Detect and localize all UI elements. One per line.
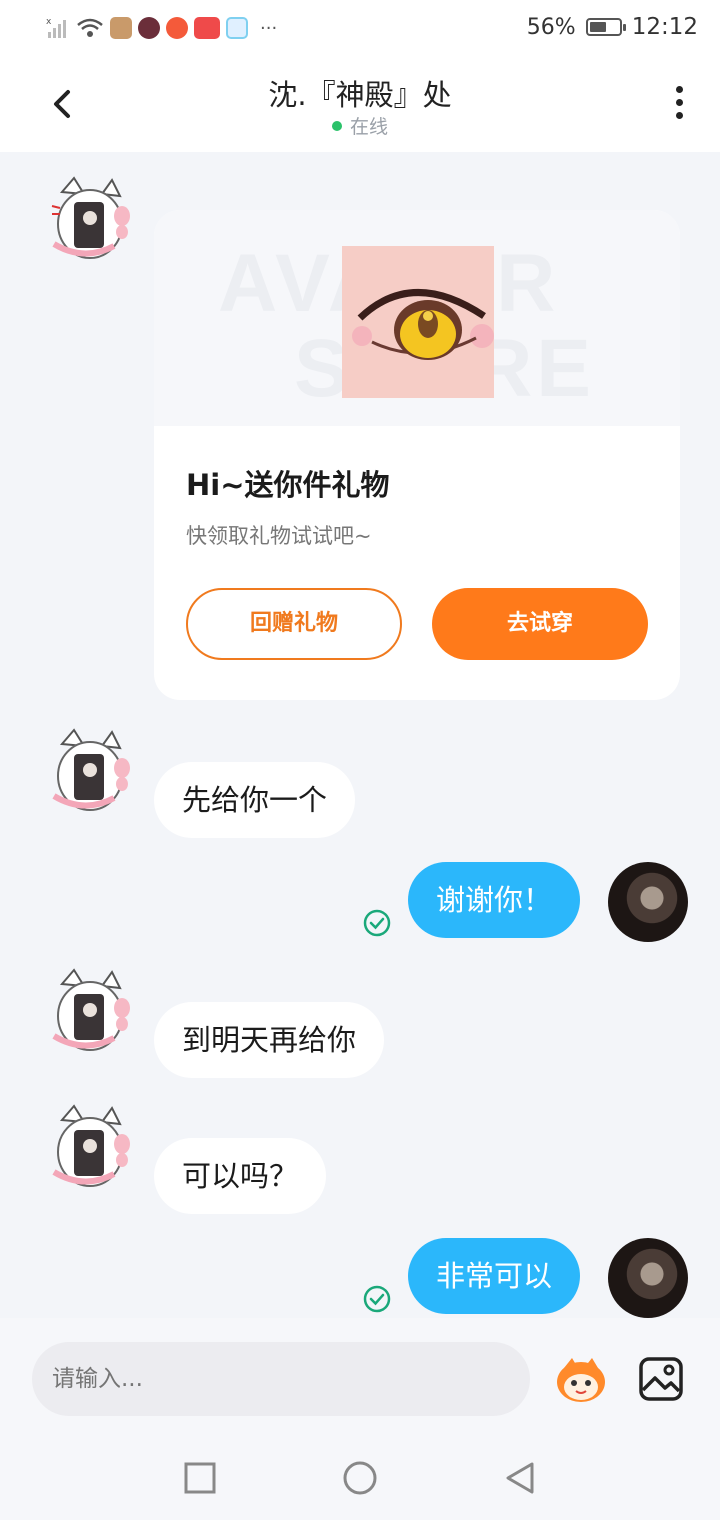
my-avatar[interactable] [608,862,688,942]
gift-banner: AVATAR STORE [154,210,680,426]
app-notification-icon [110,17,132,39]
more-notifications-icon: ··· [260,17,278,39]
composer-bar [0,1318,720,1440]
contact-avatar[interactable] [44,724,136,816]
online-status: 在线 [0,112,720,139]
more-menu-icon[interactable] [674,86,684,126]
message-bubble-incoming[interactable]: 可以吗？ [154,1138,327,1214]
sticker-icon[interactable] [554,1354,608,1404]
read-check-icon [363,1285,391,1313]
message-bubble-outgoing[interactable]: 谢谢你！ [408,862,581,938]
contact-avatar[interactable] [44,964,136,1056]
message-bubble-outgoing[interactable]: 非常可以 [408,1238,581,1314]
status-bar: x ··· 56% 12:12 [0,0,720,58]
recents-square-icon[interactable] [180,1458,220,1498]
wifi-icon [77,18,103,37]
gift-subtitle: 快领取礼物试试吧~ [186,524,372,548]
system-nav-bar [0,1440,720,1520]
contact-avatar[interactable] [44,172,136,264]
battery-icon [585,18,626,36]
online-status-label: 在线 [349,116,388,138]
try-on-button[interactable]: 去试穿 [432,588,648,660]
battery-percent: 56% [526,14,576,40]
chat-title: 沈.『神殿』处 [268,78,452,112]
chat-header: 沈.『神殿』处 在线 [0,58,720,152]
home-circle-icon[interactable] [340,1458,380,1498]
back-triangle-icon[interactable] [500,1458,540,1498]
message-bubble-incoming[interactable]: 到明天再给你 [154,1002,385,1078]
taobao-notification-icon [166,17,188,39]
message-input[interactable] [32,1342,530,1416]
clock: 12:12 [631,14,698,40]
video-notification-icon [138,17,160,39]
browser-notification-icon [226,17,248,39]
gift-card: AVATAR STORE Hi~送你件礼物 快领取礼物试试吧~ 回赠礼物 去试穿 [154,210,680,700]
shop-notification-icon [194,17,220,39]
gift-title: Hi~送你件礼物 [186,468,390,502]
signal-icon: x [46,17,66,38]
read-check-icon [363,909,391,937]
message-bubble-incoming[interactable]: 先给你一个 [154,762,356,838]
status-right: 56% 12:12 [527,14,698,40]
online-dot-icon [331,120,342,131]
contact-avatar[interactable] [44,1100,136,1192]
image-icon[interactable] [638,1356,684,1402]
return-gift-button[interactable]: 回赠礼物 [186,588,402,660]
status-icons: x ··· [46,16,277,40]
svg-text:x: x [46,17,52,27]
my-avatar[interactable] [608,1238,688,1318]
gift-eye-image [342,246,494,398]
